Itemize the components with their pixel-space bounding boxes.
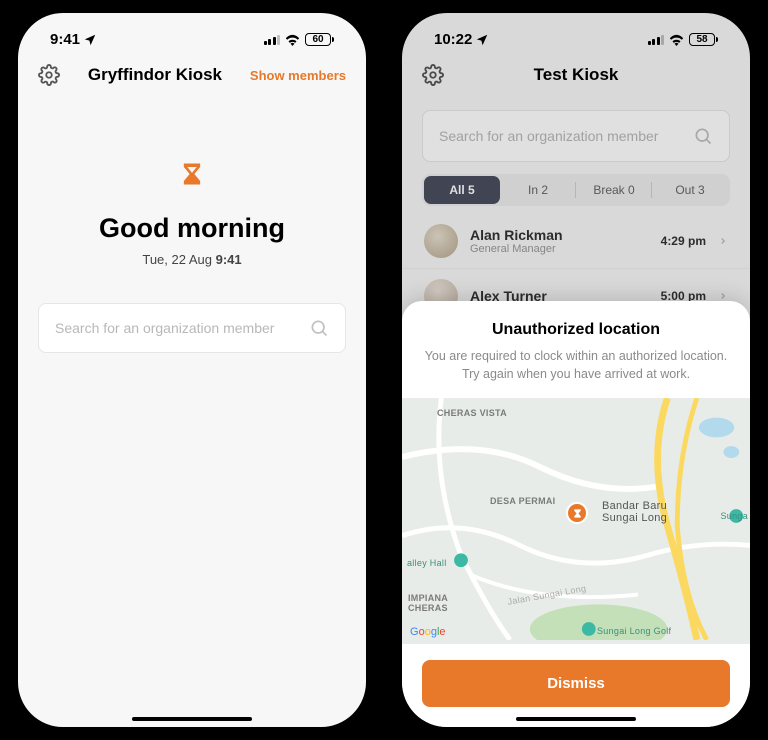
- app-header: Gryffindor Kiosk Show members: [18, 56, 366, 100]
- location-arrow-icon: [475, 33, 489, 47]
- map-label: DESA PERMAI: [490, 496, 555, 506]
- cellular-icon: [648, 34, 665, 45]
- battery-icon: 60: [305, 33, 334, 46]
- status-time: 10:22: [434, 31, 472, 48]
- map-label: alley Hall: [407, 558, 447, 568]
- search-box[interactable]: [38, 303, 346, 353]
- wifi-icon: [668, 34, 685, 46]
- home-indicator[interactable]: [516, 717, 636, 721]
- battery-icon: 58: [689, 33, 718, 46]
- wifi-icon: [284, 34, 301, 46]
- map-label: IMPIANA CHERAS: [408, 593, 448, 613]
- welcome-section: Good morning Tue, 22 Aug 9:41: [18, 100, 366, 287]
- show-members-link[interactable]: Show members: [250, 68, 346, 83]
- search-icon: [309, 318, 329, 338]
- page-title: Test Kiosk: [444, 65, 708, 85]
- date-line: Tue, 22 Aug 9:41: [38, 252, 346, 267]
- google-logo: Google: [410, 626, 446, 638]
- cellular-icon: [264, 34, 281, 45]
- location-arrow-icon: [83, 33, 97, 47]
- hourglass-icon: [178, 160, 206, 188]
- bottom-sheet: Unauthorized location You are required t…: [402, 301, 750, 728]
- search-input[interactable]: [55, 320, 309, 336]
- search-box[interactable]: [422, 110, 730, 162]
- segment-out[interactable]: Out 3: [652, 176, 728, 204]
- phone-test-kiosk: 10:22 58 Test Kiosk All 5 In 2 Break 0 O…: [399, 10, 753, 730]
- app-header: Test Kiosk: [402, 56, 750, 100]
- member-role: General Manager: [470, 243, 649, 255]
- member-time: 4:29 pm: [661, 234, 706, 248]
- sheet-title: Unauthorized location: [422, 321, 730, 339]
- map-pin: [566, 502, 588, 524]
- segment-all[interactable]: All 5: [424, 176, 500, 204]
- avatar: [424, 224, 458, 258]
- home-indicator[interactable]: [132, 717, 252, 721]
- gear-icon[interactable]: [38, 64, 60, 86]
- map-label: Sunga: [720, 511, 748, 521]
- status-time: 9:41: [50, 31, 80, 48]
- map-label: Bandar Baru Sungai Long: [602, 500, 667, 524]
- dismiss-button[interactable]: Dismiss: [422, 660, 730, 707]
- map-label: CHERAS VISTA: [437, 408, 507, 418]
- segmented-control[interactable]: All 5 In 2 Break 0 Out 3: [422, 174, 730, 206]
- chevron-right-icon: [718, 236, 728, 246]
- sheet-message: You are required to clock within an auth…: [422, 347, 730, 385]
- gear-icon[interactable]: [422, 64, 444, 86]
- status-bar: 9:41 60: [18, 13, 366, 56]
- map-label: Sungai Long Golf: [597, 626, 671, 636]
- search-input[interactable]: [439, 128, 693, 144]
- segment-in[interactable]: In 2: [500, 176, 576, 204]
- search-icon: [693, 126, 713, 146]
- greeting-text: Good morning: [38, 213, 346, 244]
- member-name: Alan Rickman: [470, 227, 649, 243]
- phone-gryffindor: 9:41 60 Gryffindor Kiosk Show members Go…: [15, 10, 369, 730]
- list-item[interactable]: Alan Rickman General Manager 4:29 pm: [402, 214, 750, 269]
- chevron-right-icon: [718, 291, 728, 301]
- page-title: Gryffindor Kiosk: [60, 65, 250, 85]
- map[interactable]: CHERAS VISTA DESA PERMAI Bandar Baru Sun…: [402, 398, 750, 644]
- segment-break[interactable]: Break 0: [576, 176, 652, 204]
- status-bar: 10:22 58: [402, 13, 750, 56]
